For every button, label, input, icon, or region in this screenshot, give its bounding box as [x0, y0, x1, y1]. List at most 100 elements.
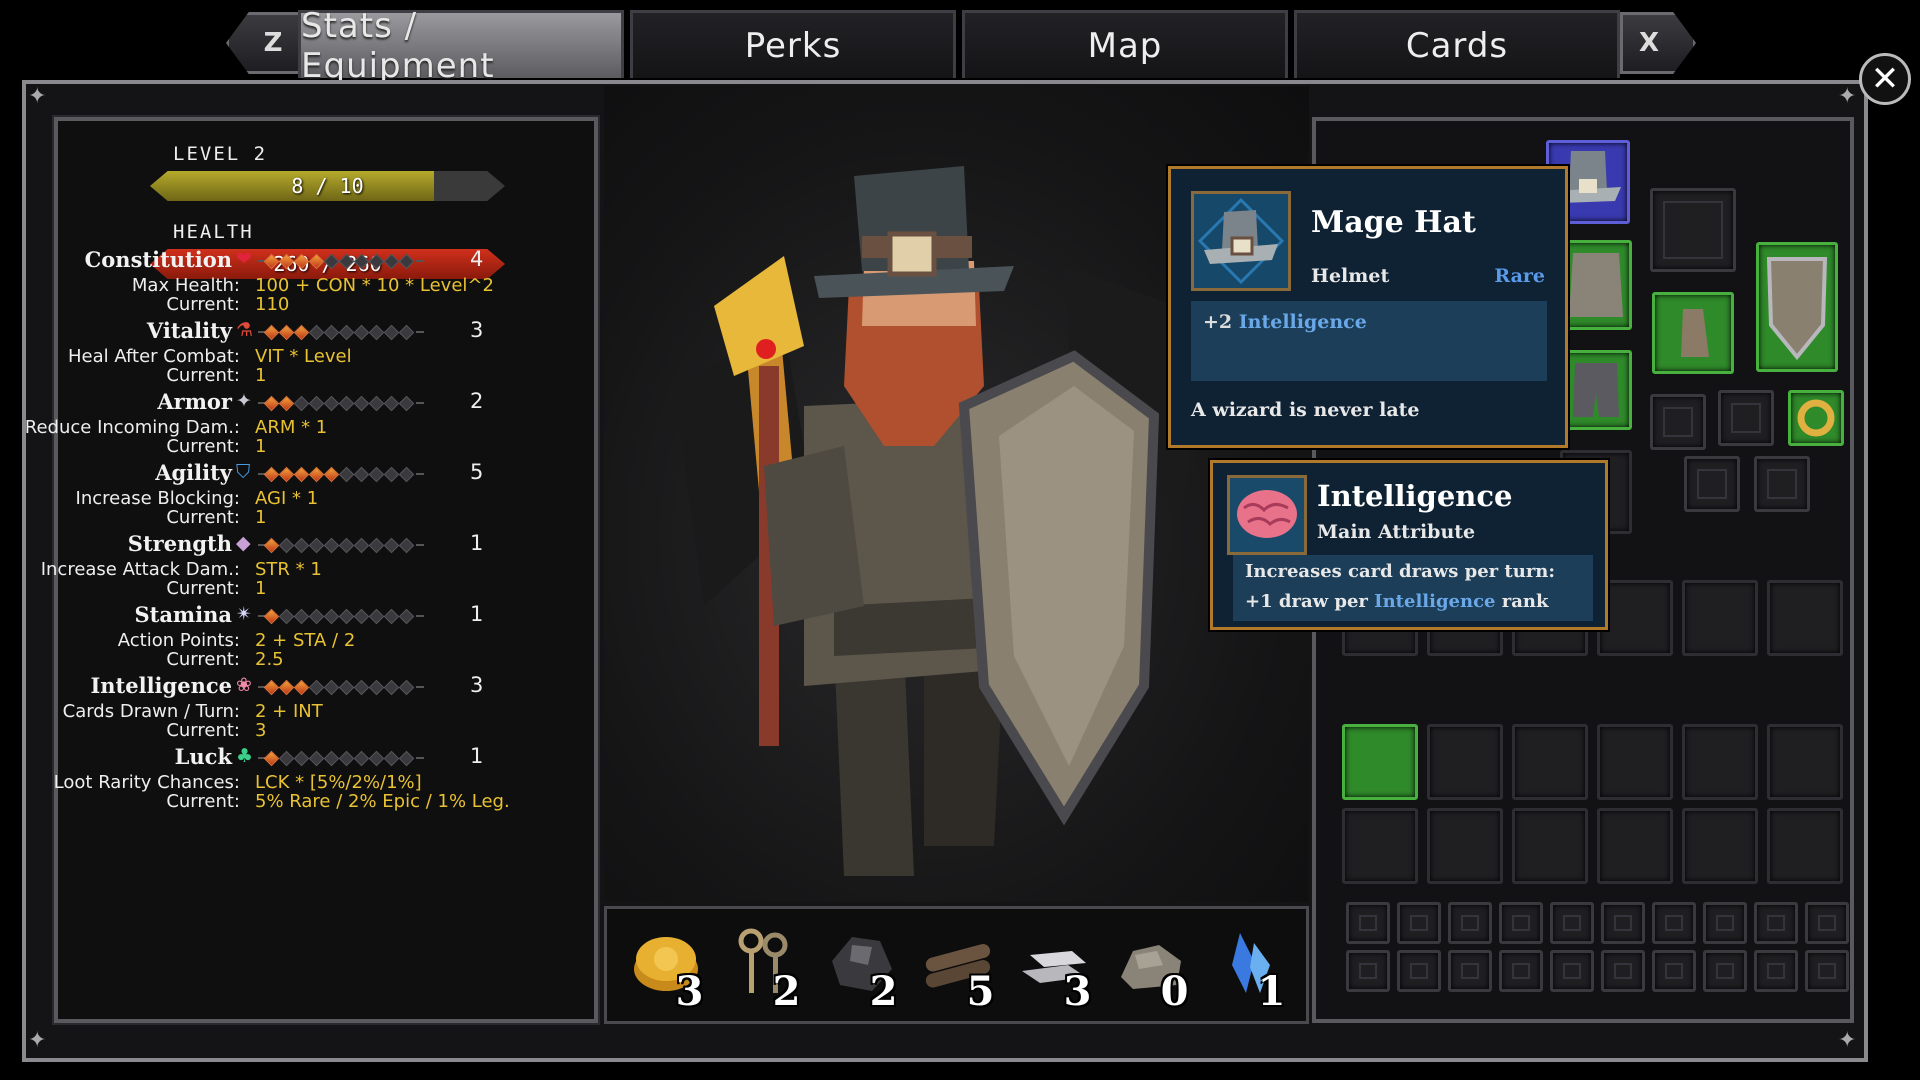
stat-formula-label: Increase Blocking: [75, 488, 240, 509]
rank-pip [338, 253, 355, 269]
frame-corner-ornament: ✦ [1838, 84, 1857, 109]
staff-gem [756, 339, 776, 359]
resource-count: 3 [675, 968, 704, 1015]
inventory-slot-leggings[interactable] [1597, 724, 1673, 800]
rank-pip [323, 324, 340, 340]
resource-wood-logs[interactable]: 5 [915, 917, 999, 1015]
pants-slot[interactable] [1560, 350, 1632, 430]
bag-slot[interactable] [1805, 950, 1849, 992]
close-icon: ✕ [1870, 59, 1900, 99]
accessory-slot[interactable] [1718, 390, 1774, 446]
tab-map[interactable]: Map [962, 10, 1288, 78]
inventory-slot-gauntlet[interactable] [1342, 724, 1418, 800]
inventory-slot[interactable] [1597, 808, 1673, 884]
stat-formula-label: Increase Attack Dam.: [40, 559, 240, 580]
rank-pip [293, 466, 310, 482]
bag-slot[interactable] [1601, 950, 1645, 992]
tab-perks[interactable]: Perks [630, 10, 956, 78]
bag-slot[interactable] [1499, 902, 1543, 944]
rank-pip [398, 253, 415, 269]
inventory-slot[interactable] [1767, 580, 1843, 656]
bag-slot[interactable] [1601, 902, 1645, 944]
next-key-label: X [1638, 28, 1660, 58]
resource-ore[interactable]: 2 [818, 917, 902, 1015]
hat-buckle [887, 231, 937, 277]
tab-cards[interactable]: Cards [1294, 10, 1620, 78]
inventory-slot[interactable] [1767, 808, 1843, 884]
next-tab-key[interactable]: X [1620, 12, 1696, 74]
inventory-slot-glove[interactable] [1512, 724, 1588, 800]
stat-formula-value: ARM * 1 [255, 417, 328, 438]
inventory-slot[interactable] [1767, 724, 1843, 800]
stat-formula-label: Max Health: [131, 275, 240, 296]
stat-formula-value: 2 + STA / 2 [255, 630, 356, 651]
bag-slot[interactable] [1550, 902, 1594, 944]
stat-luck[interactable]: Luck ♣ 1 Loot Rarity Chances: LCK * [5%/2%/1… [54, 744, 538, 828]
inventory-slot[interactable] [1682, 580, 1758, 656]
level-label: LEVEL 2 [173, 143, 268, 165]
inventory-slot[interactable] [1342, 808, 1418, 884]
resource-gold-coins[interactable]: 3 [624, 917, 708, 1015]
tab-label: Cards [1405, 25, 1509, 66]
stat-name: Stamina [134, 602, 232, 627]
inventory-slot[interactable] [1427, 808, 1503, 884]
resource-crystal[interactable]: 1 [1206, 917, 1290, 1015]
bag-slot[interactable] [1805, 902, 1849, 944]
stat-formula-label: Current: [166, 507, 240, 528]
resource-keys[interactable]: 2 [721, 917, 805, 1015]
bag-slot[interactable] [1397, 950, 1441, 992]
bag-slot[interactable] [1550, 950, 1594, 992]
stat-formula-label: Loot Rarity Chances: [53, 772, 240, 793]
stat-formula-label: Current: [166, 294, 240, 315]
bag-slot[interactable] [1652, 902, 1696, 944]
shield-slot[interactable] [1756, 242, 1838, 372]
bag-slot[interactable] [1448, 950, 1492, 992]
potion-icon: ⚗ [236, 319, 254, 341]
rank-pip [368, 253, 385, 269]
attribute-subtitle: Main Attribute [1317, 521, 1476, 543]
bag-slot[interactable] [1346, 902, 1390, 944]
empty-equip-slot[interactable] [1650, 188, 1736, 272]
rank-pip [308, 537, 325, 553]
rank-pip [263, 537, 280, 553]
bag-slot[interactable] [1499, 950, 1543, 992]
item-tooltip-icon-frame [1191, 191, 1291, 291]
bag-slot[interactable] [1397, 902, 1441, 944]
stat-formula-label: Cards Drawn / Turn: [62, 701, 240, 722]
chest-slot[interactable] [1560, 240, 1632, 330]
ring-slot[interactable] [1788, 390, 1844, 446]
inventory-slot[interactable] [1597, 580, 1673, 656]
rank-pip [383, 395, 400, 411]
stat-name: Agility [155, 460, 232, 485]
prev-tab-key[interactable]: Z [226, 12, 302, 74]
bag-slot[interactable] [1703, 902, 1747, 944]
gloves-slot[interactable] [1652, 292, 1734, 374]
accessory-slot[interactable] [1684, 456, 1740, 512]
pants-icon [1573, 363, 1619, 417]
rank-pip [308, 608, 325, 624]
rank-pip [293, 750, 310, 766]
accessory-slot[interactable] [1754, 456, 1810, 512]
resource-bar: 3 2 2 5 3 0 1 [604, 906, 1309, 1024]
close-button[interactable]: ✕ [1859, 53, 1911, 105]
bag-slot[interactable] [1703, 950, 1747, 992]
inventory-slot[interactable] [1512, 808, 1588, 884]
bag-slot[interactable] [1754, 902, 1798, 944]
bag-slot[interactable] [1448, 902, 1492, 944]
resource-iron-ingots[interactable]: 3 [1012, 917, 1096, 1015]
rank-pip [323, 679, 340, 695]
inventory-slot[interactable] [1682, 724, 1758, 800]
tab-stats-equipment[interactable]: Stats / Equipment [298, 6, 624, 86]
inventory-slot[interactable] [1682, 808, 1758, 884]
item-flavor-text: A wizard is never late [1191, 399, 1420, 421]
accessory-slot[interactable] [1650, 394, 1706, 450]
stat-formula-label: Action Points: [117, 630, 240, 651]
stat-rank: 3 [470, 318, 484, 342]
resource-stone[interactable]: 0 [1109, 917, 1193, 1015]
rank-pip [353, 750, 370, 766]
bag-slot[interactable] [1652, 950, 1696, 992]
resource-count: 0 [1160, 968, 1189, 1015]
bag-slot[interactable] [1754, 950, 1798, 992]
inventory-slot-chestplate[interactable] [1427, 724, 1503, 800]
bag-slot[interactable] [1346, 950, 1390, 992]
